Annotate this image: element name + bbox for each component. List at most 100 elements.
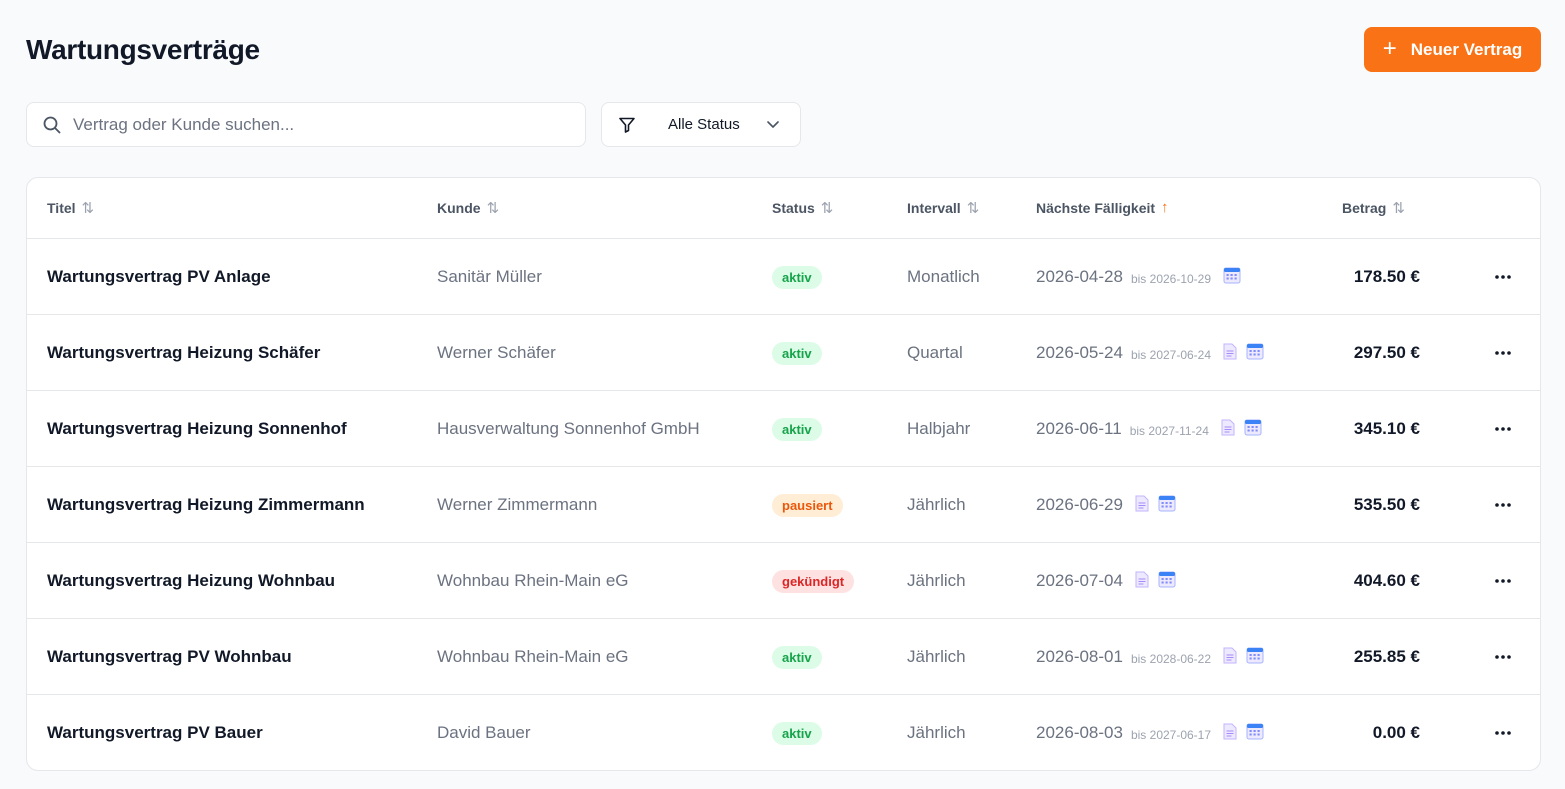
more-horizontal-icon[interactable]	[1493, 543, 1513, 619]
table-row[interactable]: Wartungsvertrag PV Anlage Sanitär Müller a…	[27, 239, 1540, 315]
status-filter-value: Alle Status	[668, 116, 740, 133]
due-cell: 2026-05-24 bis 2027-06-24	[1036, 315, 1264, 391]
due-actions	[1223, 722, 1264, 740]
document-icon[interactable]	[1221, 419, 1235, 436]
more-horizontal-icon[interactable]	[1493, 619, 1513, 695]
due-date: 2026-04-28	[1036, 267, 1123, 286]
table-row[interactable]: Wartungsvertrag Heizung Sonnenhof Hausver…	[27, 391, 1540, 467]
calendar-icon[interactable]	[1158, 494, 1176, 512]
column-header-label: Betrag	[1342, 200, 1387, 216]
amount: 0.00 €	[1372, 723, 1420, 742]
more-horizontal-icon[interactable]	[1493, 315, 1513, 391]
due-date: 2026-08-01	[1036, 647, 1123, 666]
due-actions	[1223, 266, 1241, 284]
column-header-label: Intervall	[907, 200, 961, 216]
column-header-label: Kunde	[437, 200, 481, 216]
table-row[interactable]: Wartungsvertrag Heizung Schäfer Werner Sc…	[27, 315, 1540, 391]
customer-name: Sanitär Müller	[437, 267, 542, 286]
contract-title[interactable]: Wartungsvertrag PV Anlage	[47, 239, 271, 315]
status-badge: aktiv	[772, 265, 822, 289]
status-badge: aktiv	[772, 341, 822, 365]
status-cell: pausiert	[772, 467, 843, 543]
amount: 345.10 €	[1353, 419, 1420, 438]
status-cell: gekündigt	[772, 543, 855, 619]
interval: Jährlich	[907, 571, 966, 590]
column-header-amount[interactable]: Betrag ⇅	[1342, 199, 1405, 217]
status-cell: aktiv	[772, 391, 822, 467]
amount: 404.60 €	[1353, 571, 1420, 590]
table-row[interactable]: Wartungsvertrag PV Bauer David Bauer aktiv…	[27, 695, 1540, 770]
column-header-due[interactable]: Nächste Fälligkeit ↑	[1036, 199, 1169, 216]
contract-end-date: bis 2028-06-22	[1130, 651, 1212, 666]
status-cell: aktiv	[772, 695, 822, 770]
document-icon[interactable]	[1223, 647, 1237, 664]
due-date: 2026-05-24	[1036, 343, 1123, 362]
contract-title[interactable]: Wartungsvertrag PV Wohnbau	[47, 619, 292, 695]
status-filter-select[interactable]: Alle Status	[601, 102, 801, 147]
column-header-status[interactable]: Status ⇅	[772, 199, 833, 217]
document-icon[interactable]	[1135, 495, 1149, 512]
sort-icon: ⇅	[81, 200, 95, 217]
due-cell: 2026-07-04	[1036, 543, 1176, 619]
document-icon[interactable]	[1223, 723, 1237, 740]
contract-title[interactable]: Wartungsvertrag Heizung Zimmermann	[47, 467, 365, 543]
due-date: 2026-07-04	[1036, 571, 1123, 590]
arrow-up-icon: ↑	[1161, 199, 1169, 216]
customer-name: Werner Schäfer	[437, 343, 556, 362]
calendar-icon[interactable]	[1246, 342, 1264, 360]
due-cell: 2026-04-28 bis 2026-10-29	[1036, 239, 1241, 315]
status-badge: gekündigt	[772, 569, 855, 593]
column-header-label: Status	[772, 200, 815, 216]
interval: Halbjahr	[907, 419, 971, 438]
interval: Monatlich	[907, 267, 980, 286]
amount: 178.50 €	[1353, 267, 1420, 286]
status-badge: aktiv	[772, 721, 822, 745]
column-header-interval[interactable]: Intervall ⇅	[907, 199, 979, 217]
calendar-icon[interactable]	[1223, 266, 1241, 284]
new-contract-button[interactable]: + Neuer Vertrag	[1364, 27, 1541, 72]
more-horizontal-icon[interactable]	[1493, 467, 1513, 543]
sort-icon: ⇅	[966, 200, 980, 217]
search-input[interactable]	[73, 114, 563, 135]
sort-icon: ⇅	[820, 200, 834, 217]
interval: Jährlich	[907, 495, 966, 514]
table-row[interactable]: Wartungsvertrag Heizung Wohnbau Wohnbau R…	[27, 543, 1540, 619]
calendar-icon[interactable]	[1246, 646, 1264, 664]
contract-title[interactable]: Wartungsvertrag PV Bauer	[47, 695, 263, 770]
column-header-title[interactable]: Titel ⇅	[47, 199, 94, 217]
sort-icon: ⇅	[1392, 200, 1405, 217]
more-horizontal-icon[interactable]	[1493, 695, 1513, 770]
due-actions	[1223, 342, 1264, 360]
status-badge: aktiv	[772, 645, 822, 669]
due-cell: 2026-08-03 bis 2027-06-17	[1036, 695, 1264, 770]
status-badge: pausiert	[772, 493, 843, 517]
interval: Jährlich	[907, 723, 966, 742]
due-actions	[1221, 418, 1262, 436]
plus-icon: +	[1382, 34, 1397, 62]
due-actions	[1223, 646, 1264, 664]
column-header-label: Nächste Fälligkeit	[1036, 199, 1156, 216]
contract-title[interactable]: Wartungsvertrag Heizung Sonnenhof	[47, 391, 347, 467]
contract-title[interactable]: Wartungsvertrag Heizung Wohnbau	[47, 543, 335, 619]
contract-end-date: bis 2026-10-29	[1130, 271, 1212, 286]
calendar-icon[interactable]	[1244, 418, 1262, 436]
due-cell: 2026-06-29	[1036, 467, 1176, 543]
chevron-down-icon	[766, 117, 780, 136]
search-box[interactable]	[26, 102, 586, 147]
document-icon[interactable]	[1135, 571, 1149, 588]
calendar-icon[interactable]	[1246, 722, 1264, 740]
more-horizontal-icon[interactable]	[1493, 391, 1513, 467]
table-row[interactable]: Wartungsvertrag PV Wohnbau Wohnbau Rhein-…	[27, 619, 1540, 695]
status-badge: aktiv	[772, 417, 822, 441]
column-header-customer[interactable]: Kunde ⇅	[437, 199, 499, 217]
interval: Jährlich	[907, 647, 966, 666]
due-date: 2026-08-03	[1036, 723, 1123, 742]
new-contract-label: Neuer Vertrag	[1410, 39, 1523, 59]
contracts-table: Titel ⇅ Kunde ⇅ Status ⇅ Intervall ⇅ Näc…	[26, 177, 1541, 771]
document-icon[interactable]	[1223, 343, 1237, 360]
status-cell: aktiv	[772, 315, 822, 391]
more-horizontal-icon[interactable]	[1493, 239, 1513, 315]
contract-title[interactable]: Wartungsvertrag Heizung Schäfer	[47, 315, 320, 391]
table-row[interactable]: Wartungsvertrag Heizung Zimmermann Werner…	[27, 467, 1540, 543]
calendar-icon[interactable]	[1158, 570, 1176, 588]
